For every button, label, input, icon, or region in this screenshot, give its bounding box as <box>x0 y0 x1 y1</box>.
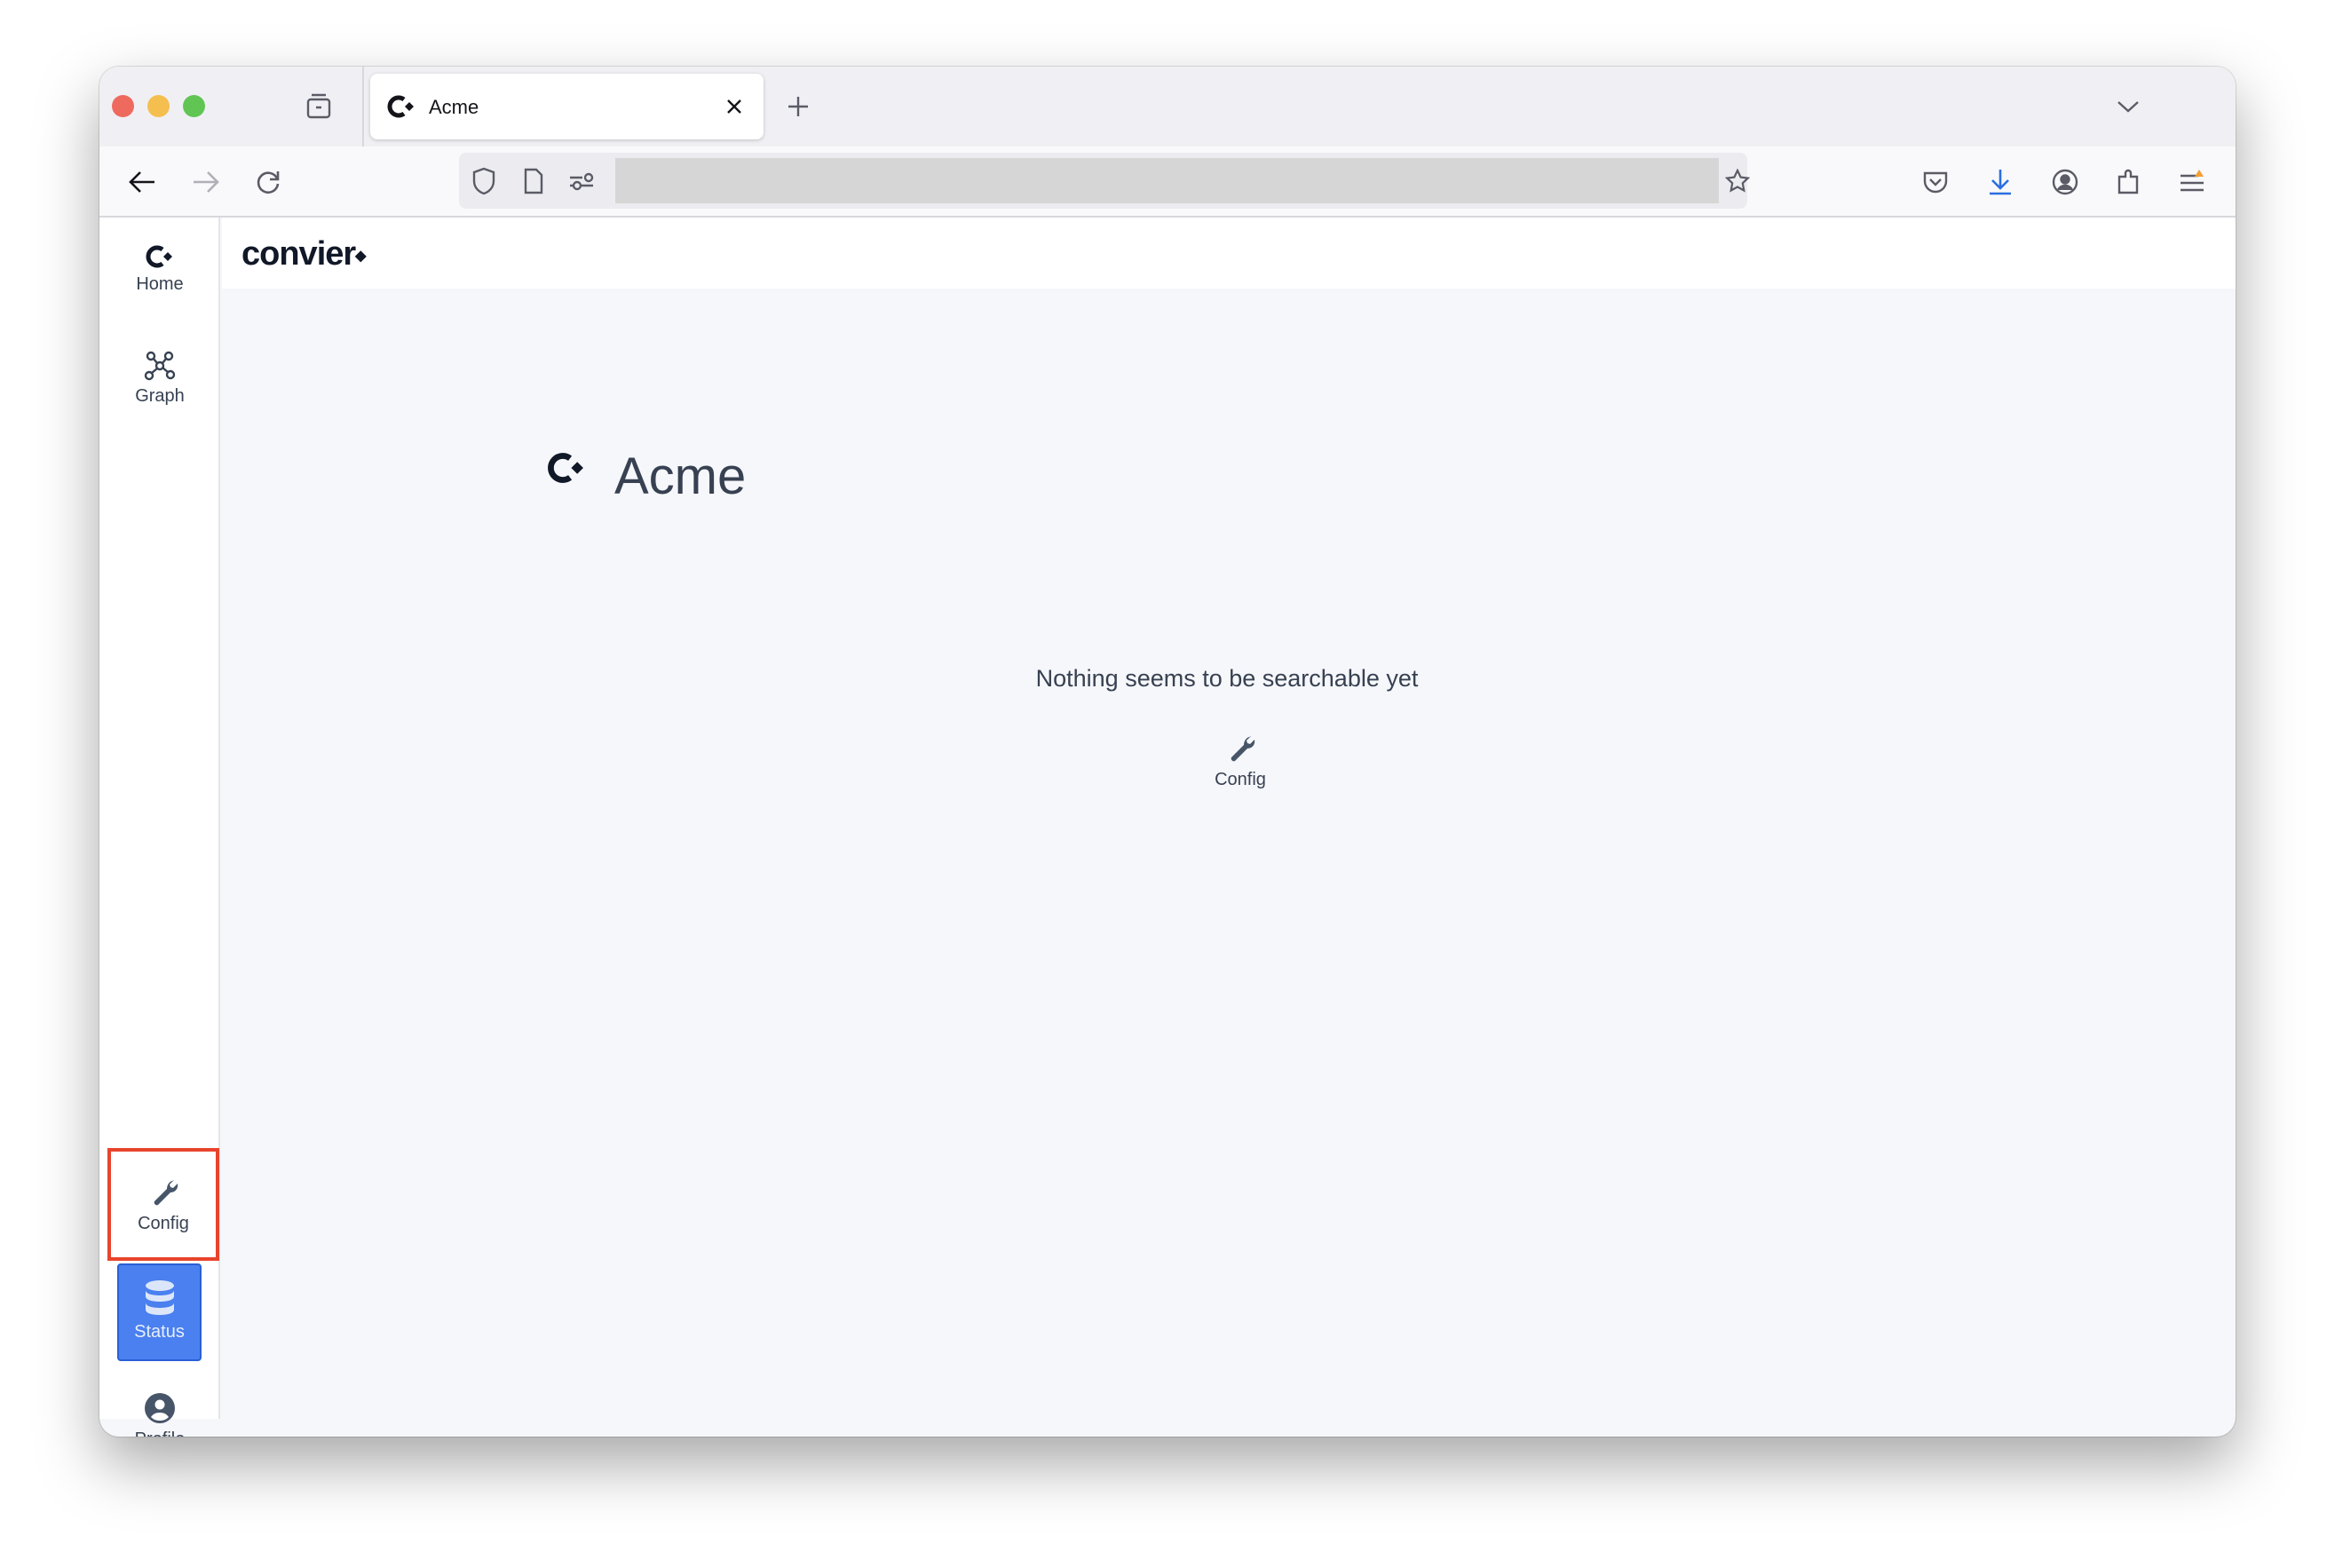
wrench-icon <box>154 1180 178 1206</box>
maximize-window-button[interactable] <box>183 95 205 117</box>
sidebar-item-config[interactable]: Config <box>107 1148 219 1261</box>
convier-icon <box>146 245 172 268</box>
forward-arrow-icon[interactable] <box>190 166 222 198</box>
wrench-icon <box>1231 736 1255 762</box>
tab-title: Acme <box>429 96 479 118</box>
convier-icon <box>386 93 416 120</box>
shield-icon[interactable] <box>468 165 500 197</box>
config-link-label: Config <box>1215 770 1266 789</box>
menu-icon[interactable] <box>2176 166 2208 198</box>
bookmark-star-icon[interactable] <box>1722 165 1753 197</box>
app-header: convier◆ <box>222 218 2236 289</box>
divider <box>362 67 364 147</box>
logo-text: convier <box>241 235 356 273</box>
sidebar-item-profile[interactable]: Profile <box>99 1392 220 1437</box>
minimize-window-button[interactable] <box>147 95 170 117</box>
user-circle-icon <box>145 1393 175 1423</box>
sidebar-item-status[interactable]: Status <box>117 1263 202 1361</box>
back-arrow-icon[interactable] <box>126 166 158 198</box>
config-link[interactable]: Config <box>1196 733 1285 790</box>
pocket-icon[interactable] <box>1919 166 1951 198</box>
account-icon[interactable] <box>2049 166 2081 198</box>
tab-bar: Acme <box>99 67 2236 147</box>
sidebar-item-label: Config <box>138 1214 189 1233</box>
reload-icon[interactable] <box>252 166 284 198</box>
app-logo[interactable]: convier◆ <box>241 235 367 273</box>
close-window-button[interactable] <box>112 95 134 117</box>
browser-window: Acme Home Graph Config Status convier◆ A… <box>99 67 2236 1437</box>
sidebar-item-home[interactable]: Home <box>99 244 220 295</box>
sidebar-item-label: Status <box>134 1322 185 1342</box>
page-icon[interactable] <box>518 165 550 197</box>
convier-icon <box>546 450 587 486</box>
tab-groups-icon[interactable] <box>304 91 334 122</box>
sidebar-item-graph[interactable]: Graph <box>99 351 220 407</box>
sidebar-item-label: Profile <box>99 1429 220 1437</box>
sidebar-item-label: Home <box>136 274 184 294</box>
main-content: Acme Nothing seems to be searchable yet … <box>222 289 2236 1437</box>
close-icon[interactable] <box>721 93 748 120</box>
page-title: Acme <box>614 447 747 505</box>
database-icon <box>145 1280 174 1315</box>
permissions-icon[interactable] <box>566 165 598 197</box>
tab-list-chevron-icon[interactable] <box>2113 91 2143 122</box>
sidebar-item-label: Graph <box>135 386 185 406</box>
navigation-toolbar <box>99 147 2236 218</box>
app-sidebar: Home Graph Config Status Profile <box>99 218 220 1437</box>
url-input[interactable] <box>615 158 1719 203</box>
new-tab-plus-icon[interactable] <box>783 91 813 122</box>
graph-icon <box>144 351 176 381</box>
empty-state-message: Nothing seems to be searchable yet <box>1035 665 1419 692</box>
download-icon[interactable] <box>1984 166 2016 198</box>
tab-acme[interactable]: Acme <box>370 74 764 139</box>
extensions-icon[interactable] <box>2113 166 2145 198</box>
address-bar[interactable] <box>459 153 1750 209</box>
